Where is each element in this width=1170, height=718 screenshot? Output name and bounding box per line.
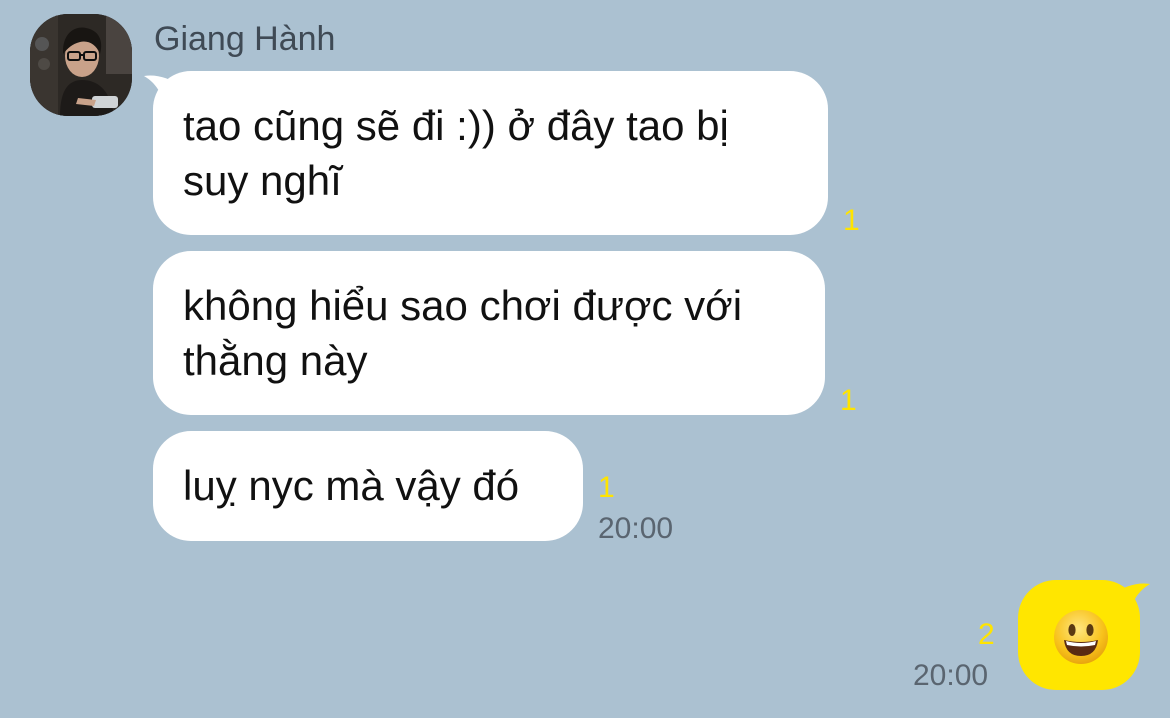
incoming-message-bubble[interactable]: không hiểu sao chơi được với thằng này — [153, 251, 825, 415]
read-count: 1 — [843, 204, 860, 237]
sender-name: Giang Hành — [154, 20, 336, 58]
incoming-message-bubble[interactable]: tao cũng sẽ đi :)) ở đây tao bị suy nghĩ — [153, 71, 828, 235]
message-timestamp: 20:00 — [913, 659, 989, 692]
sender-avatar[interactable] — [30, 14, 132, 116]
person-photo-icon — [30, 14, 132, 116]
read-count: 2 — [978, 618, 995, 651]
message-timestamp: 20:00 — [598, 512, 674, 545]
read-count: 1 — [840, 384, 857, 417]
message-text: không hiểu sao chơi được với thằng này — [183, 282, 743, 384]
incoming-message-bubble[interactable]: luỵ nyc mà vậy đó — [153, 431, 583, 541]
message-text: tao cũng sẽ đi :)) ở đây tao bị suy nghĩ — [183, 102, 729, 204]
grinning-face-emoji-icon — [1054, 610, 1108, 664]
read-count: 1 — [598, 471, 615, 504]
message-text: luỵ nyc mà vậy đó — [183, 462, 520, 509]
